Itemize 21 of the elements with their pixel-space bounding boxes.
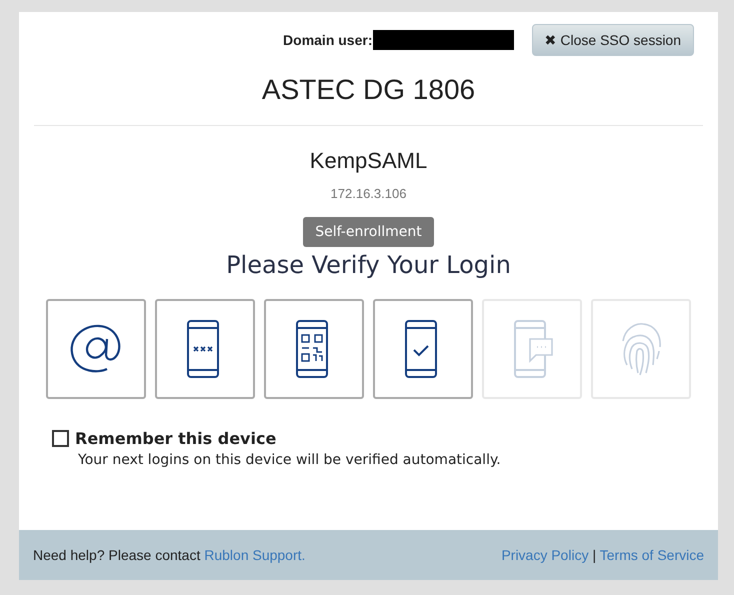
link-separator: |: [592, 547, 596, 563]
terms-link[interactable]: Terms of Service: [600, 547, 704, 563]
remember-label: Remember this device: [75, 429, 276, 448]
fingerprint-icon: [619, 321, 663, 377]
close-session-button[interactable]: ✖ Close SSO session: [532, 24, 694, 56]
domain-user-label: Domain user:: [283, 32, 372, 48]
self-enrollment-button[interactable]: Self-enrollment: [303, 217, 434, 247]
at-sign-icon: [69, 323, 123, 375]
support-link[interactable]: Rublon Support.: [204, 547, 306, 563]
remember-hint: Your next logins on this device will be verified automatically.: [78, 452, 502, 468]
push-method-button[interactable]: [373, 299, 473, 399]
remember-checkbox[interactable]: [52, 430, 69, 447]
application-name: KempSAML: [310, 148, 428, 174]
qr-method-button[interactable]: [264, 299, 364, 399]
help-text: Need help? Please contact: [33, 547, 202, 563]
verify-heading: Please Verify Your Login: [226, 251, 511, 279]
passcode-method-button[interactable]: [155, 299, 255, 399]
page-title: ASTEC DG 1806: [262, 73, 476, 107]
privacy-link[interactable]: Privacy Policy: [501, 547, 589, 563]
application-address: 172.16.3.106: [330, 186, 406, 201]
email-method-button[interactable]: [46, 299, 146, 399]
